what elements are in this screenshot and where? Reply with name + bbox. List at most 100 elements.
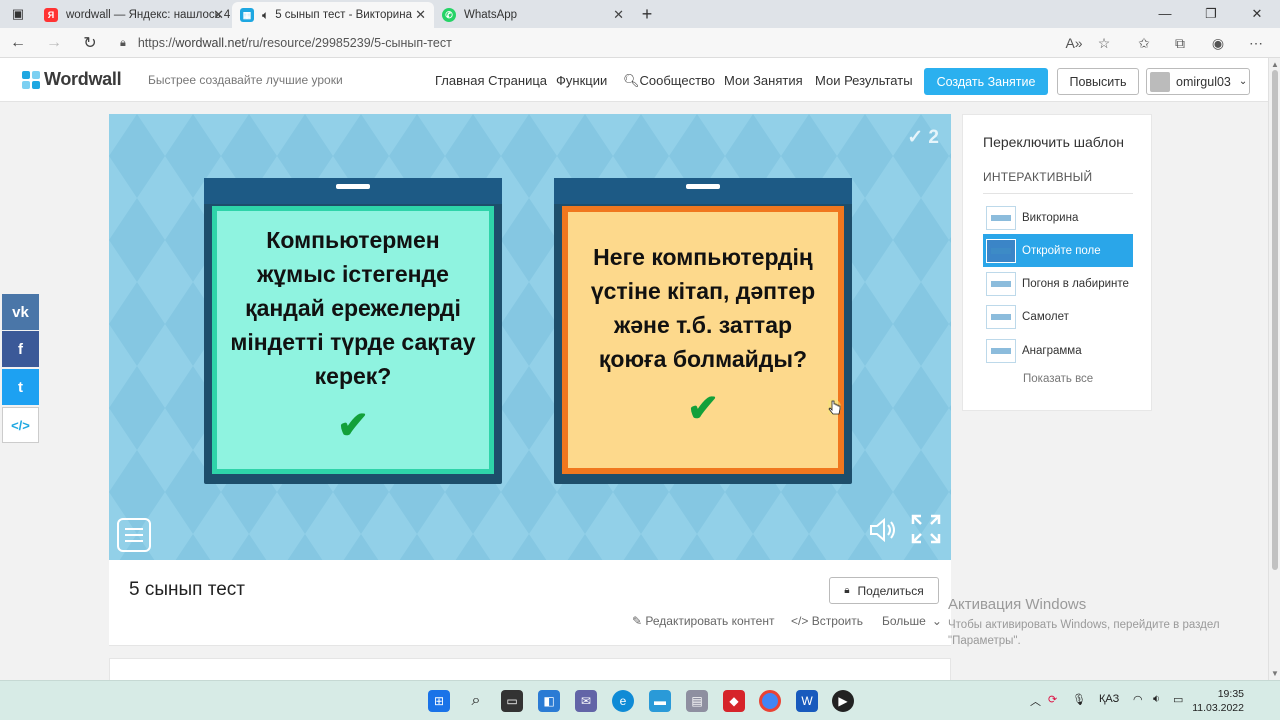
fullscreen-icon[interactable] bbox=[910, 513, 942, 552]
refresh-icon[interactable]: ↻ bbox=[72, 33, 108, 53]
embed-icon: </> bbox=[11, 417, 30, 433]
read-aloud-icon[interactable]: A» bbox=[1062, 28, 1086, 58]
nav-my-results[interactable]: Мои Результаты bbox=[815, 73, 913, 88]
monitor-icon[interactable]: ▬ bbox=[649, 690, 671, 712]
twitter-share-button[interactable]: t bbox=[2, 369, 39, 405]
chat-icon[interactable]: ✉ bbox=[575, 690, 597, 712]
widgets-icon[interactable]: ◧ bbox=[538, 690, 560, 712]
add-favorite-icon[interactable]: ☆ bbox=[1092, 28, 1116, 58]
show-all-link[interactable]: Показать все bbox=[1023, 373, 1093, 385]
more-menu-icon[interactable]: ⋯ bbox=[1244, 28, 1268, 58]
divider bbox=[983, 193, 1133, 194]
edit-content-link[interactable]: ✎ Редактировать контент bbox=[632, 614, 774, 628]
sync-icon[interactable]: ⟳ bbox=[1048, 693, 1057, 706]
window-controls: — ❐ ✕ bbox=[1142, 0, 1280, 28]
maximize-icon[interactable]: ❐ bbox=[1188, 0, 1234, 28]
pencil-icon: ✎ bbox=[632, 614, 646, 628]
wifi-icon[interactable]: ◠ bbox=[1133, 693, 1143, 706]
nav-features[interactable]: Функции bbox=[556, 73, 607, 88]
media-player-icon[interactable]: ▶ bbox=[832, 690, 854, 712]
explorer-icon[interactable]: ▤ bbox=[686, 690, 708, 712]
favorites-icon[interactable]: ✩ bbox=[1132, 28, 1156, 58]
close-icon[interactable]: ✕ bbox=[415, 7, 426, 23]
url-field[interactable]: 🔒︎ https://wordwall.net/ru/resource/2998… bbox=[120, 31, 1120, 55]
question-card[interactable]: Компьютермен жұмыс істегенде қандай ереж… bbox=[204, 178, 502, 484]
upgrade-button[interactable]: Повысить bbox=[1057, 68, 1139, 95]
embed-link[interactable]: </> Встроить bbox=[791, 614, 863, 628]
vk-icon: vk bbox=[12, 303, 29, 321]
tray-chevron-icon[interactable]: ︿ bbox=[1030, 693, 1041, 709]
question-card[interactable]: Неге компьютердің үстіне кітап, дәптер ж… bbox=[554, 178, 852, 484]
close-icon[interactable]: ✕ bbox=[213, 7, 224, 23]
word-icon[interactable]: W bbox=[796, 690, 818, 712]
forward-icon[interactable]: → bbox=[36, 34, 72, 52]
embed-share-button[interactable]: </> bbox=[2, 407, 39, 443]
facebook-share-button[interactable]: f bbox=[2, 331, 39, 367]
profile-icon[interactable]: ◉ bbox=[1206, 28, 1230, 58]
page-scrollbar[interactable]: ▲ ▼ bbox=[1268, 58, 1280, 680]
nav-community-label: Сообщество bbox=[639, 73, 716, 88]
tab-yandex[interactable]: Я wordwall — Яндекс: нашлось 4 ✕ bbox=[36, 2, 232, 28]
system-clock[interactable]: 19:35 11.03.2022 bbox=[1192, 687, 1244, 715]
share-button[interactable]: 🔒︎ Поделиться bbox=[829, 577, 939, 604]
nav-home[interactable]: Главная Страница bbox=[435, 73, 547, 88]
scroll-thumb[interactable] bbox=[1272, 70, 1278, 570]
address-toolbar: ← → ↻ 🔒︎ https://wordwall.net/ru/resourc… bbox=[0, 28, 1280, 58]
tab-whatsapp[interactable]: ✆ WhatsApp ✕ bbox=[434, 2, 632, 28]
template-open-box[interactable]: Откройте поле bbox=[983, 234, 1133, 267]
volume-icon[interactable]: 🔉︎ bbox=[1153, 693, 1160, 706]
user-menu[interactable]: omirgul03 ⌄ bbox=[1146, 68, 1250, 95]
search-icon[interactable]: ⌕ bbox=[465, 690, 487, 712]
tagline: Быстрее создавайте лучшие уроки bbox=[148, 73, 343, 87]
card-lid bbox=[554, 178, 852, 204]
template-label: Откройте поле bbox=[1022, 244, 1101, 257]
close-icon[interactable]: ✕ bbox=[613, 7, 624, 23]
airplane-thumbnail-icon bbox=[986, 304, 1016, 329]
wordwall-icon: ▦ bbox=[240, 8, 254, 22]
activation-watermark: Активация Windows Чтобы активировать Win… bbox=[948, 596, 1238, 649]
checkmark-icon: ✔ bbox=[337, 404, 369, 447]
chrome-icon[interactable] bbox=[759, 690, 781, 712]
nav-community[interactable]: 🔍︎Сообщество bbox=[623, 73, 715, 89]
avatar bbox=[1150, 71, 1170, 92]
start-icon[interactable]: ⊞ bbox=[428, 690, 450, 712]
game-area[interactable]: ✓ 2 Компьютермен жұмыс істегенде қандай … bbox=[109, 114, 951, 560]
logo-text: Wordwall bbox=[44, 69, 122, 89]
microphone-icon[interactable]: 🎙︎ bbox=[1072, 693, 1086, 706]
scroll-up-icon[interactable]: ▲ bbox=[1271, 60, 1279, 69]
switcher-heading: Переключить шаблон bbox=[983, 134, 1125, 150]
template-anagram[interactable]: Анаграмма bbox=[983, 334, 1133, 367]
create-activity-button[interactable]: Создать Занятие bbox=[924, 68, 1048, 95]
template-label: Погоня в лабиринте bbox=[1022, 277, 1129, 290]
clock-date: 11.03.2022 bbox=[1192, 702, 1244, 714]
nav-my-activities[interactable]: Мои Занятия bbox=[724, 73, 803, 88]
new-tab-button[interactable]: + bbox=[632, 2, 662, 28]
more-label: Больше bbox=[882, 614, 926, 628]
minimize-icon[interactable]: — bbox=[1142, 0, 1188, 28]
wordwall-logo[interactable]: Wordwall bbox=[22, 69, 122, 90]
tab-actions-icon[interactable]: ▣ bbox=[0, 0, 36, 28]
template-label: Анаграмма bbox=[1022, 344, 1082, 357]
embed-label: Встроить bbox=[811, 614, 863, 628]
collections-icon[interactable]: ⧉ bbox=[1168, 28, 1192, 58]
game-menu-button[interactable] bbox=[117, 518, 151, 552]
back-icon[interactable]: ← bbox=[0, 34, 36, 52]
tab-wordwall[interactable]: ▦ 🔈︎ 5 сынып тест - Викторина ✕ bbox=[232, 2, 434, 28]
code-icon: </> bbox=[791, 614, 812, 628]
lock-icon[interactable]: 🔒︎ bbox=[120, 37, 126, 50]
template-airplane[interactable]: Самолет bbox=[983, 300, 1133, 333]
battery-icon[interactable]: ▭ bbox=[1173, 693, 1183, 706]
close-window-icon[interactable]: ✕ bbox=[1234, 0, 1280, 28]
template-quiz[interactable]: Викторина bbox=[983, 201, 1133, 234]
language-indicator[interactable]: ҚАЗ bbox=[1099, 693, 1119, 705]
pdf-icon[interactable]: ◆ bbox=[723, 690, 745, 712]
sound-icon[interactable] bbox=[869, 517, 899, 550]
task-view-icon[interactable]: ▭ bbox=[501, 690, 523, 712]
speaker-icon[interactable]: 🔈︎ bbox=[262, 8, 269, 23]
edge-icon[interactable]: e bbox=[612, 690, 634, 712]
template-maze-chase[interactable]: Погоня в лабиринте bbox=[983, 267, 1133, 300]
scroll-down-icon[interactable]: ▼ bbox=[1271, 669, 1279, 678]
more-dropdown[interactable]: Больше ⌄ bbox=[882, 614, 942, 628]
username: omirgul03 bbox=[1176, 74, 1231, 89]
vk-share-button[interactable]: vk bbox=[2, 294, 39, 330]
